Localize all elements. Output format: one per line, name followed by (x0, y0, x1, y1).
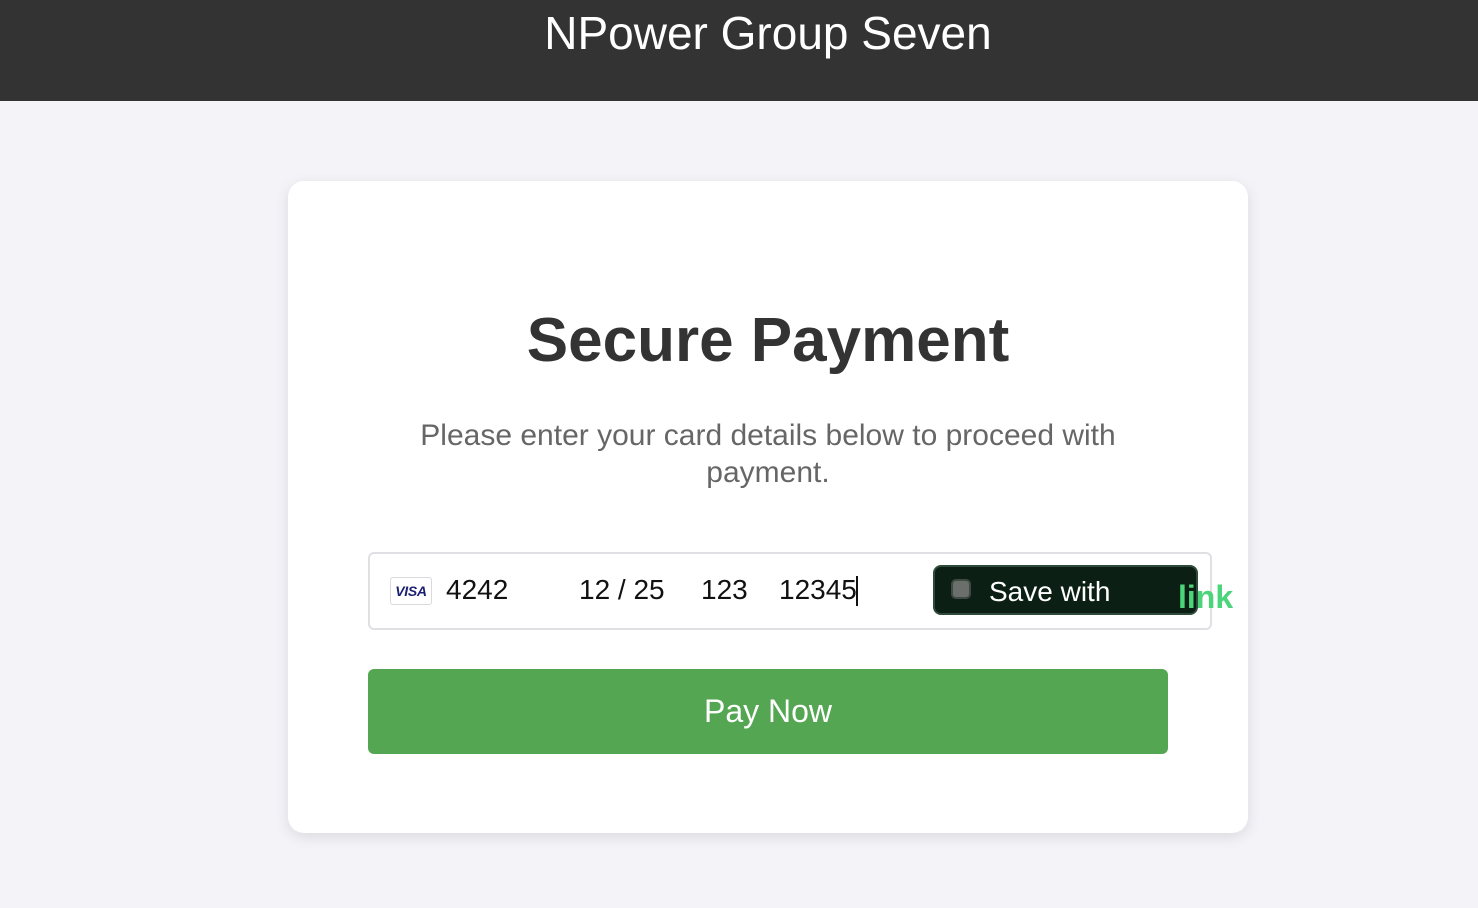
expiry-field[interactable]: 12 / 25 (579, 571, 665, 609)
card-details-input[interactable]: VISA 4242 12 / 25 123 12345 Save with li… (368, 552, 1233, 630)
pay-now-button[interactable]: Pay Now (368, 669, 1168, 754)
checkbox-icon[interactable] (951, 579, 971, 599)
card-number-field[interactable]: 4242 (446, 571, 508, 609)
link-logo: link (1178, 579, 1234, 615)
payment-card: Secure Payment Please enter your card de… (288, 181, 1248, 833)
save-with-text: Save with (989, 576, 1111, 607)
postal-code-field[interactable]: 12345 (779, 571, 857, 609)
page-title: Secure Payment (526, 306, 1010, 375)
site-title: NPower Group Seven (544, 7, 992, 59)
top-header: NPower Group Seven (0, 0, 1478, 101)
cvc-field[interactable]: 123 (701, 571, 748, 609)
payment-instructions: Please enter your card details below to … (420, 419, 1116, 489)
text-cursor (856, 576, 858, 606)
visa-icon: VISA (390, 577, 432, 605)
save-with-label: Save with link (989, 575, 1233, 615)
save-with-link-button[interactable]: Save with link (933, 565, 1233, 615)
